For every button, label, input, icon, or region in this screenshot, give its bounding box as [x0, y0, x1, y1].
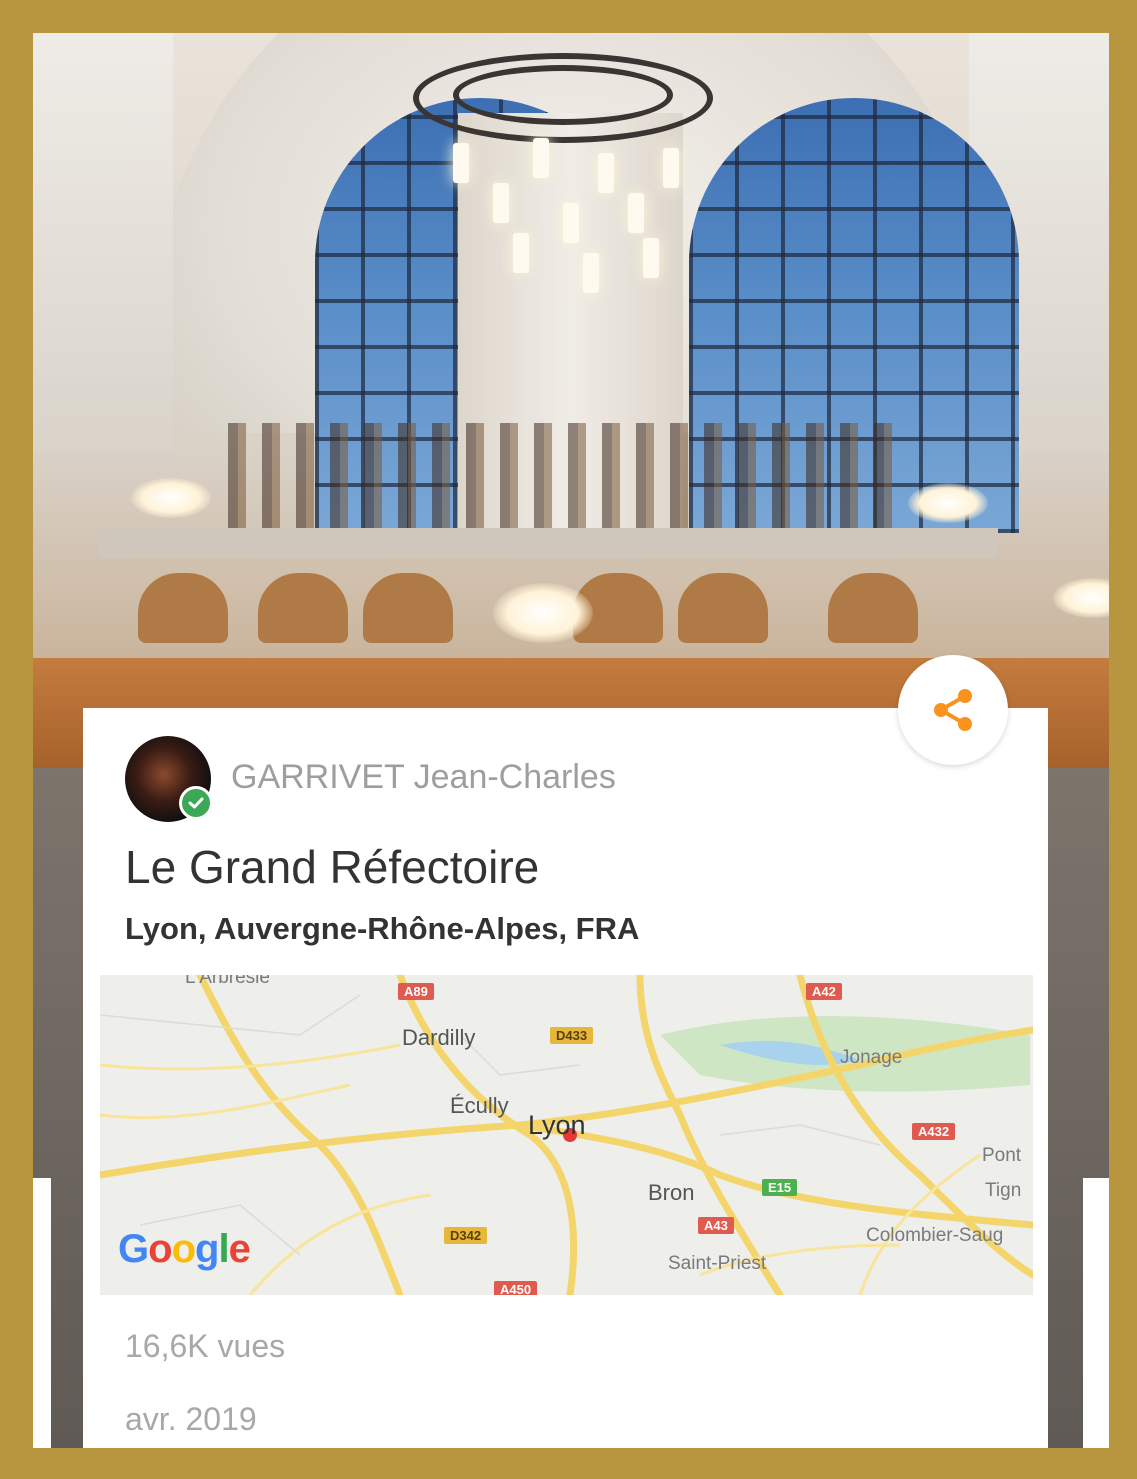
chandelier-lamp	[453, 143, 469, 183]
lamp-glow	[493, 583, 593, 643]
lamp-glow	[1053, 578, 1109, 618]
place-title: Le Grand Réfectoire	[125, 841, 540, 893]
map-label-jonage: Jonage	[840, 1047, 903, 1068]
verified-check-icon	[179, 786, 213, 820]
google-logo: Google	[118, 1227, 251, 1271]
chandelier-lamp	[628, 193, 644, 233]
bar-shelves	[228, 423, 908, 528]
bar-stool	[258, 573, 348, 643]
map-label-saint-priest: Saint-Priest	[668, 1253, 767, 1274]
road-sign-a89: A89	[398, 983, 434, 1000]
view-count: 16,6K vues	[125, 1328, 286, 1364]
place-location: Lyon, Auvergne-Rhône-Alpes, FRA	[125, 911, 640, 946]
road-sign-a42: A42	[806, 983, 842, 1000]
chandelier-lamp	[563, 203, 579, 243]
map-label-ecully: Écully	[450, 1093, 509, 1118]
bar-stool	[828, 573, 918, 643]
road-sign-a432: A432	[912, 1123, 956, 1140]
left-arch	[33, 33, 173, 453]
map-label-tign: Tign	[985, 1180, 1022, 1201]
chandelier-lamp	[493, 183, 509, 223]
adjacent-card-right[interactable]	[1083, 1178, 1109, 1448]
map-label-lyon: Lyon	[528, 1110, 586, 1140]
chandelier-lamp	[598, 153, 614, 193]
road-sign-e15: E15	[762, 1179, 798, 1196]
share-icon	[934, 689, 972, 731]
place-card[interactable]: GARRIVET Jean-Charles Le Grand Réfectoir…	[83, 708, 1048, 1448]
bar-counter	[98, 528, 998, 558]
road-sign-d342: D342	[444, 1227, 488, 1244]
map-label-bron: Bron	[648, 1180, 695, 1205]
map-label-pont: Pont	[982, 1145, 1022, 1166]
location-map[interactable]: L'Arbresle Dardilly Écully Lyon Bron Jon…	[100, 975, 1033, 1295]
lamp-glow	[908, 483, 988, 523]
chandelier-lamp	[663, 148, 679, 188]
chandelier-lamp	[643, 238, 659, 278]
bar-stool	[363, 573, 453, 643]
chandelier-lamp	[513, 233, 529, 273]
chandelier-lamp	[533, 138, 549, 178]
check-icon	[188, 797, 204, 809]
lamp-glow	[131, 478, 211, 518]
map-label-arbresle: L'Arbresle	[185, 975, 270, 988]
map-label-colombier: Colombier-Saug	[866, 1225, 1004, 1246]
author-name[interactable]: GARRIVET Jean-Charles	[231, 758, 616, 797]
bar-stool	[678, 573, 768, 643]
share-button[interactable]	[898, 655, 1008, 765]
road-sign-d433: D433	[550, 1027, 594, 1044]
chandelier-lamp	[583, 253, 599, 293]
adjacent-card-left[interactable]	[33, 1178, 51, 1448]
chandelier	[413, 33, 723, 323]
bar-stool	[138, 573, 228, 643]
road-sign-a450: A450	[494, 1281, 538, 1295]
road-sign-a43: A43	[698, 1217, 734, 1234]
publish-date: avr. 2019	[125, 1401, 257, 1437]
map-label-dardilly: Dardilly	[402, 1025, 476, 1050]
chandelier-ring	[453, 65, 673, 125]
